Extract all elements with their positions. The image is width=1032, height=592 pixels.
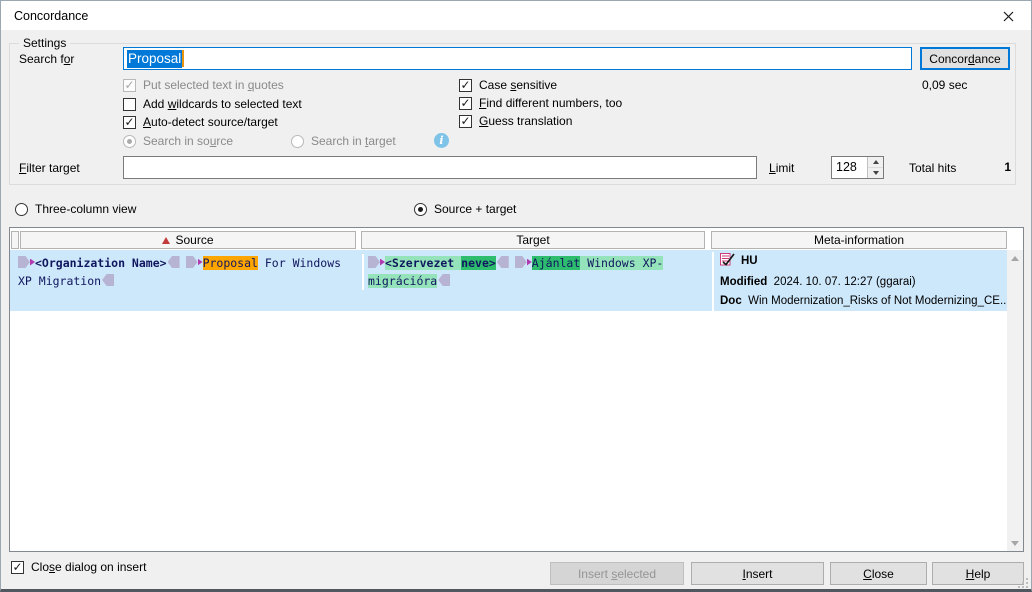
insert-button[interactable]: Insert xyxy=(691,562,824,585)
modified-entry-icon xyxy=(720,252,735,273)
radio-circle xyxy=(291,135,304,148)
limit-value[interactable]: 128 xyxy=(832,157,867,178)
radio-circle xyxy=(414,203,427,216)
result-row[interactable]: <Organization Name>Proposal For Windows … xyxy=(10,250,1007,311)
close-tag-icon xyxy=(438,274,450,286)
language-code: HU xyxy=(741,255,758,267)
checkbox-auto-detect[interactable]: Auto-detect source/target xyxy=(123,115,278,129)
filter-target-label: Filter target xyxy=(19,161,80,175)
sort-ascending-icon xyxy=(162,237,170,244)
radio-circle xyxy=(123,135,136,148)
radio-circle xyxy=(15,203,28,216)
checkbox-put-quotes[interactable]: Put selected text in quotes xyxy=(123,78,284,92)
window-title: Concordance xyxy=(14,9,88,23)
search-for-label: Search for xyxy=(19,52,74,66)
limit-label: Limit xyxy=(769,161,794,175)
scroll-up-icon[interactable] xyxy=(1007,250,1023,266)
close-tag-icon xyxy=(168,256,180,268)
open-tag-icon xyxy=(515,256,532,268)
radio-three-column-view[interactable]: Three-column view xyxy=(15,202,136,216)
checkbox-box xyxy=(459,115,472,128)
source-cell: <Organization Name>Proposal For Windows … xyxy=(18,254,356,290)
column-header-meta[interactable]: Meta-information xyxy=(711,231,1007,249)
modified-value: 2024. 10. 07. 12:27 (ggarai) xyxy=(774,276,916,288)
concordance-dialog: Concordance Settings Search for Proposal… xyxy=(0,0,1032,592)
total-hits-value: 1 xyxy=(996,160,1011,174)
text-caret xyxy=(182,50,184,67)
limit-spinner[interactable]: 128 xyxy=(831,156,884,179)
row-marker-column-header xyxy=(11,231,19,249)
close-tag-icon xyxy=(497,256,509,268)
search-hit-highlight: Proposal xyxy=(203,256,258,270)
close-icon[interactable] xyxy=(995,8,1021,24)
insert-selected-button[interactable]: Insert selected xyxy=(550,562,684,585)
filter-target-input[interactable] xyxy=(123,156,757,179)
vertical-scrollbar[interactable] xyxy=(1007,250,1023,551)
open-tag-icon xyxy=(18,256,35,268)
results-table: Source Target Meta-information <Organiza… xyxy=(9,227,1024,552)
checkbox-add-wildcards[interactable]: Add wildcards to selected text xyxy=(123,97,302,111)
meta-cell: HU Modified 2024. 10. 07. 12:27 (ggarai)… xyxy=(712,252,1007,311)
scroll-down-icon[interactable] xyxy=(1007,535,1023,551)
search-input[interactable]: Proposal xyxy=(123,47,912,70)
open-tag-icon xyxy=(368,256,385,268)
doc-value: Win Modernization_Risks of Not Modernizi… xyxy=(748,295,1007,307)
checkbox-close-on-insert[interactable]: Close dialog on insert xyxy=(11,560,146,574)
titlebar: Concordance xyxy=(1,1,1031,30)
checkbox-box xyxy=(123,98,136,111)
checkbox-case-sensitive[interactable]: Case sensitive xyxy=(459,78,557,92)
checkbox-box xyxy=(459,79,472,92)
checkbox-find-numbers[interactable]: Find different numbers, too xyxy=(459,96,622,110)
target-cell: <Szervezet neve>Ajánlat Windows XP-migrá… xyxy=(362,254,705,290)
radio-search-in-target[interactable]: Search in target xyxy=(291,134,396,148)
checkbox-box xyxy=(123,79,136,92)
concordance-button[interactable]: Concordance xyxy=(920,47,1010,70)
close-tag-icon xyxy=(102,274,114,286)
column-header-target[interactable]: Target xyxy=(361,231,705,249)
checkbox-box xyxy=(459,97,472,110)
total-hits-label: Total hits xyxy=(909,161,956,175)
column-header-source[interactable]: Source xyxy=(20,231,356,249)
close-button[interactable]: Close xyxy=(830,562,927,585)
search-input-selected-text: Proposal xyxy=(127,50,182,68)
elapsed-time: 0,09 sec xyxy=(922,78,967,92)
help-button[interactable]: Help xyxy=(932,562,1024,585)
settings-group-label: Settings xyxy=(19,36,70,50)
info-icon[interactable] xyxy=(434,133,449,148)
checkbox-guess-translation[interactable]: Guess translation xyxy=(459,114,572,128)
open-tag-icon xyxy=(186,256,203,268)
spinner-up-icon[interactable] xyxy=(868,157,883,167)
checkbox-box xyxy=(11,561,24,574)
radio-search-in-source[interactable]: Search in source xyxy=(123,134,233,148)
checkbox-box xyxy=(123,116,136,129)
resize-grip[interactable] xyxy=(1018,578,1028,588)
radio-source-plus-target[interactable]: Source + target xyxy=(414,202,516,216)
spinner-down-icon[interactable] xyxy=(868,167,883,178)
